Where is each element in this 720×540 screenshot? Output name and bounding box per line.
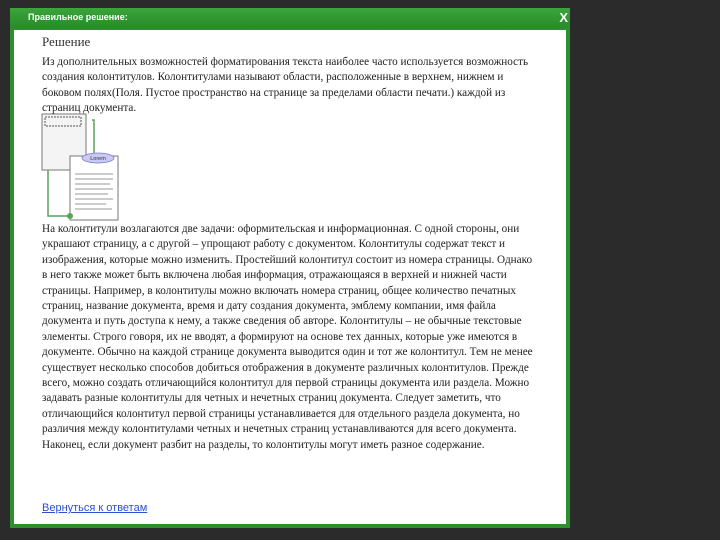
header-footer-illustration: Lorem [41,113,119,221]
front-page [69,155,119,221]
solution-heading: Решение [42,34,91,49]
illustration-label: Lorem [90,156,106,162]
footer-marker [67,213,73,219]
close-button[interactable]: X [559,10,568,25]
footer-connector [47,170,68,217]
dialog-titlebar: Правильное решение: X [10,8,570,28]
dialog-title: Правильное решение: [28,12,128,22]
dialog-content: Решение Из дополнительных возможностей ф… [14,30,566,524]
body-paragraph: На колонтитули возлагаются две задачи: о… [42,223,533,451]
intro-paragraph: Из дополнительных возможностей форматиро… [42,56,529,115]
back-to-answers-link[interactable]: Вернуться к ответам [42,502,147,514]
